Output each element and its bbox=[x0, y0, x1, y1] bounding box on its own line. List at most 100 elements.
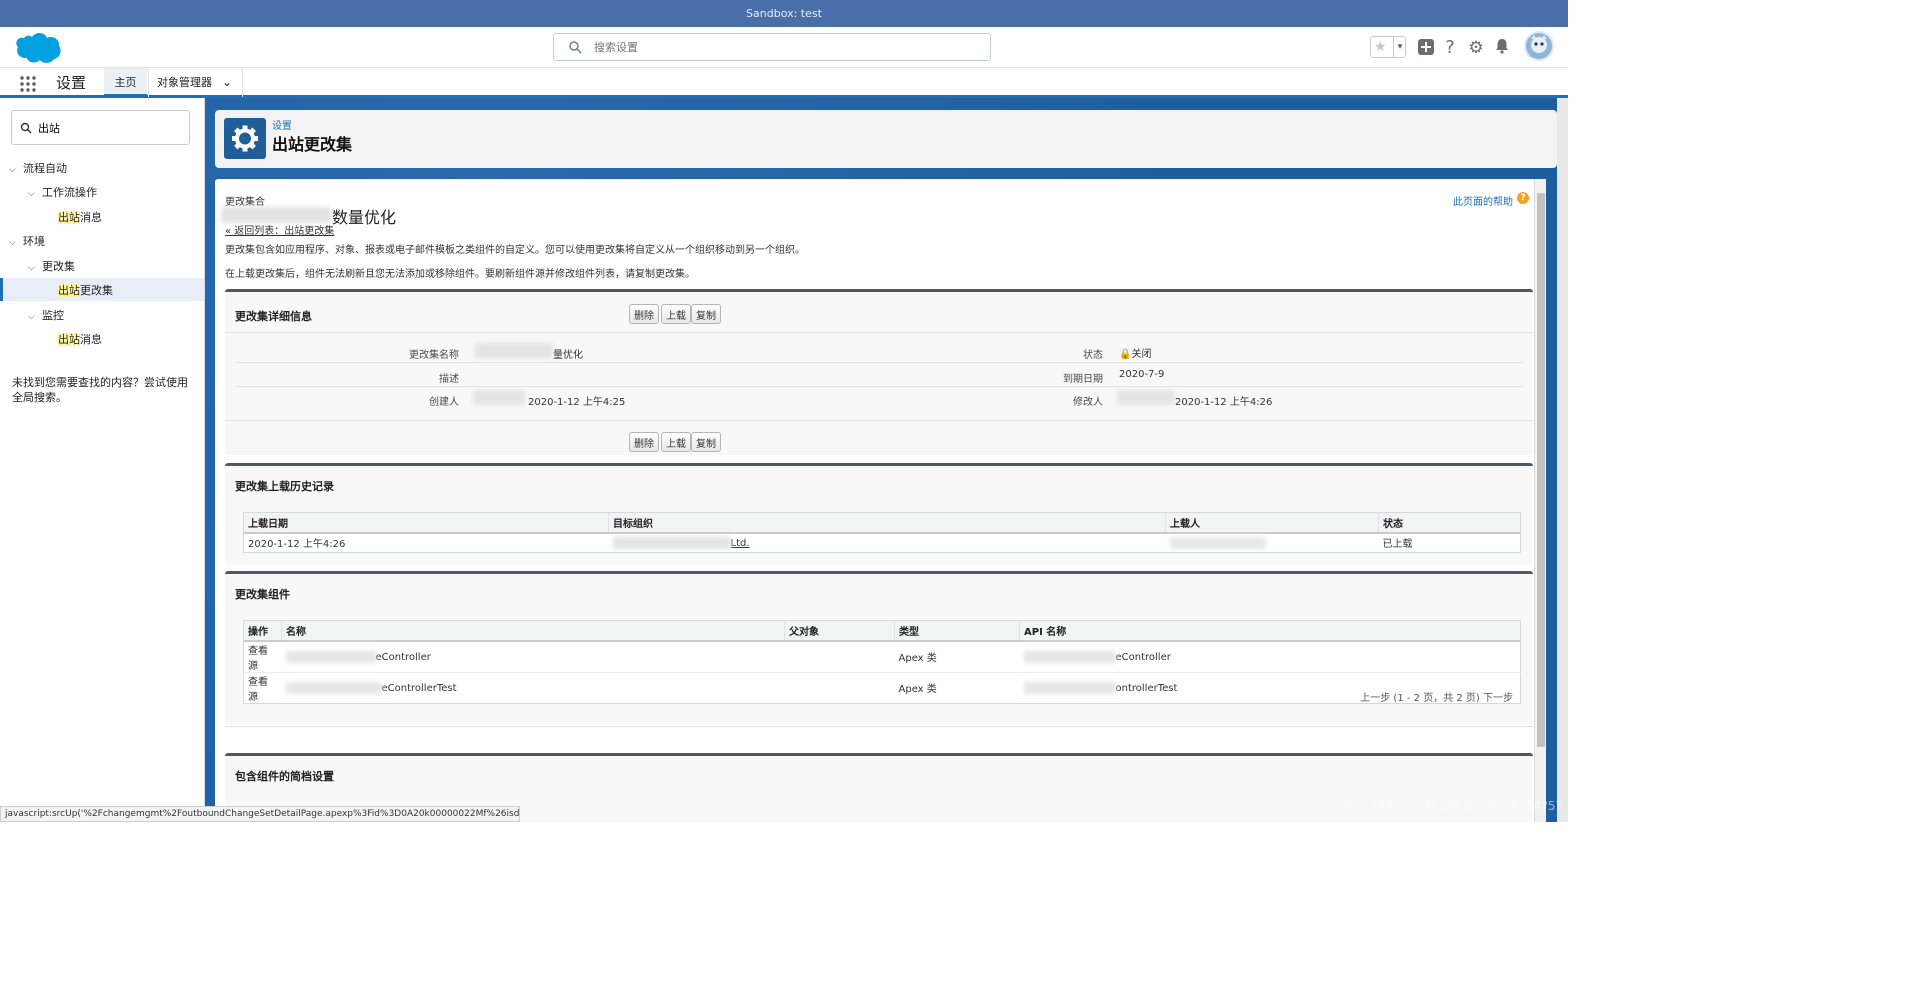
page-scrollbar[interactable] bbox=[1557, 98, 1568, 822]
table-row: 2020-1-12 上午4:26 Ltd. 已上载 bbox=[243, 532, 1521, 553]
quick-find-input[interactable] bbox=[38, 120, 178, 136]
created-by-value: 2020-1-12 上午4:25 bbox=[528, 397, 626, 408]
search-input[interactable] bbox=[594, 38, 974, 56]
search-icon bbox=[569, 41, 582, 54]
column-header: 目标组织 bbox=[608, 512, 1166, 534]
section-title: 更改集详细信息 bbox=[235, 310, 312, 323]
tab-object-manager[interactable]: 对象管理器 ⌄ bbox=[148, 68, 243, 97]
status-cell: 已上载 bbox=[1378, 532, 1521, 553]
chevron-down-icon[interactable]: ⌵ bbox=[28, 263, 42, 273]
table-header-row: 操作 名称 父对象 类型 API 名称 bbox=[243, 620, 1521, 642]
section-title: 包含组件的简档设置 bbox=[235, 770, 334, 783]
upload-date-cell: 2020-1-12 上午4:26 bbox=[243, 532, 609, 553]
page-header bbox=[215, 110, 1557, 168]
clone-button-bottom[interactable]: 复制 bbox=[691, 432, 721, 452]
change-set-detail-block: 更改集详细信息 删除 上载 复制 更改集名称 量优化 状态 🔒关闭 描述 到期日… bbox=[225, 289, 1533, 455]
components-table: 操作 名称 父对象 类型 API 名称 查看源 eController Apex… bbox=[243, 620, 1521, 704]
type-cell: Apex 类 bbox=[894, 640, 1020, 672]
redacted-title bbox=[221, 207, 331, 223]
app-launcher-icon[interactable] bbox=[19, 75, 37, 93]
gear-icon[interactable]: ⚙ bbox=[1466, 38, 1486, 58]
column-header: API 名称 bbox=[1019, 620, 1521, 642]
app-name: 设置 bbox=[56, 74, 87, 92]
clone-button[interactable]: 复制 bbox=[691, 304, 721, 324]
target-org-cell[interactable]: Ltd. bbox=[608, 532, 1166, 553]
tree-item-monitoring[interactable]: ⌵ 监控 bbox=[28, 307, 64, 323]
api-name-cell: eController bbox=[1019, 640, 1521, 672]
watermark: https://blog.csdn.net/weixin_4224?5? bbox=[1338, 799, 1562, 813]
upload-history-table: 上载日期 目标组织 上载人 状态 2020-1-12 上午4:26 Ltd. 已… bbox=[243, 512, 1521, 553]
app-navigation: 设置 主页 对象管理器 ⌄ bbox=[0, 68, 1568, 98]
tree-item-monitoring-outbound-messages[interactable]: 出站消息 bbox=[58, 331, 102, 347]
status-value: 🔒关闭 bbox=[1119, 349, 1152, 360]
column-header: 名称 bbox=[281, 620, 785, 642]
chevron-down-icon[interactable]: ⌵ bbox=[9, 238, 23, 248]
tree-item-outbound-messages[interactable]: 出站消息 bbox=[58, 209, 102, 225]
delete-button[interactable]: 删除 bbox=[629, 304, 659, 324]
redacted-name bbox=[475, 343, 553, 358]
salesforce-cloud-logo[interactable] bbox=[12, 31, 62, 65]
bell-icon[interactable] bbox=[1492, 38, 1512, 58]
tree-item-process-automation[interactable]: ⌵ 流程自动 bbox=[9, 160, 67, 176]
plus-icon[interactable] bbox=[1416, 38, 1436, 58]
redacted-api-name bbox=[1023, 650, 1116, 663]
redacted-uploader bbox=[1169, 536, 1266, 549]
back-to-list-link[interactable]: « 返回列表：出站更改集 bbox=[225, 222, 334, 237]
chevron-down-icon[interactable]: ▾ bbox=[1393, 37, 1406, 57]
column-header: 父对象 bbox=[784, 620, 895, 642]
name-value: 量优化 bbox=[553, 350, 583, 361]
tree-item-change-sets[interactable]: ⌵ 更改集 bbox=[28, 258, 75, 274]
table-row: 查看源 eController Apex 类 eController bbox=[243, 640, 1521, 672]
upload-history-block: 更改集上载历史记录 上载日期 目标组织 上载人 状态 2020-1-12 上午4… bbox=[225, 463, 1533, 565]
section-title: 更改集上载历史记录 bbox=[235, 480, 334, 493]
delete-button-bottom[interactable]: 删除 bbox=[629, 432, 659, 452]
setup-sidebar: ⌵流程自动 ⌵工作流操作 出站消息 ⌵环境 ⌵更改集 出站更改集 ⌵监控 出站消… bbox=[0, 98, 205, 822]
pagination[interactable]: 上一步 (1 - 2 页，共 2 页) 下一步 bbox=[1360, 689, 1513, 704]
search-icon bbox=[20, 122, 32, 134]
breadcrumb[interactable]: 设置 bbox=[272, 117, 292, 132]
upload-button-bottom[interactable]: 上载 bbox=[661, 432, 691, 452]
type-cell: Apex 类 bbox=[894, 671, 1020, 703]
chevron-down-icon[interactable]: ⌄ bbox=[222, 68, 232, 97]
tree-item-workflow-actions[interactable]: ⌵ 工作流操作 bbox=[28, 184, 97, 200]
description-1: 更改集包含如应用程序、对象、报表或电子邮件模板之类组件的自定义。您可以使用更改集… bbox=[225, 245, 805, 256]
content-scrollbar[interactable] bbox=[1534, 179, 1546, 822]
help-icon[interactable]: ? bbox=[1517, 192, 1529, 204]
table-header-row: 上载日期 目标组织 上载人 状态 bbox=[243, 512, 1521, 534]
upload-button[interactable]: 上载 bbox=[661, 304, 691, 324]
redacted-modifier bbox=[1117, 390, 1175, 405]
redacted-name bbox=[285, 681, 382, 694]
help-icon[interactable]: ? bbox=[1440, 38, 1460, 58]
sandbox-label: Sandbox: test bbox=[746, 7, 822, 20]
view-source-link[interactable]: 查看源 bbox=[243, 640, 282, 672]
quick-find[interactable] bbox=[11, 110, 190, 145]
tree-item-outbound-change-sets[interactable]: 出站更改集 bbox=[58, 282, 113, 298]
favorites-button[interactable]: ★ ▾ bbox=[1370, 36, 1406, 58]
global-search[interactable] bbox=[553, 33, 991, 61]
expire-label: 到期日期 bbox=[1063, 374, 1103, 385]
avatar[interactable] bbox=[1524, 31, 1554, 61]
column-header: 类型 bbox=[894, 620, 1020, 642]
table-row: 查看源 eControllerTest Apex 类 ontrollerTest bbox=[243, 671, 1521, 703]
tree-item-environment[interactable]: ⌵ 环境 bbox=[9, 233, 45, 249]
column-header: 操作 bbox=[243, 620, 282, 642]
help-link[interactable]: 此页面的帮助 bbox=[1453, 193, 1513, 208]
scrollbar-thumb[interactable] bbox=[1537, 193, 1545, 747]
parent-object-cell bbox=[784, 640, 895, 672]
tab-home[interactable]: 主页 bbox=[104, 68, 147, 97]
component-name-cell: eControllerTest bbox=[281, 671, 785, 703]
redacted-org bbox=[612, 536, 731, 549]
main-content: 更改集合 数量优化 « 返回列表：出站更改集 更改集包含如应用程序、对象、报表或… bbox=[215, 179, 1545, 822]
modified-by-value: 2020-1-12 上午4:26 bbox=[1175, 397, 1273, 408]
description-2: 在上载更改集后，组件无法刷新且您无法添加或移除组件。要刷新组件源并修改组件列表，… bbox=[225, 269, 695, 280]
tab-object-manager-label: 对象管理器 bbox=[157, 76, 212, 89]
view-source-link[interactable]: 查看源 bbox=[243, 671, 282, 703]
chevron-down-icon[interactable]: ⌵ bbox=[9, 165, 23, 175]
chevron-down-icon[interactable]: ⌵ bbox=[28, 312, 42, 322]
column-header: 上载人 bbox=[1165, 512, 1379, 534]
chevron-down-icon[interactable]: ⌵ bbox=[28, 189, 42, 199]
uploaded-by-cell bbox=[1165, 532, 1379, 553]
column-header: 上载日期 bbox=[243, 512, 609, 534]
record-title: 数量优化 bbox=[332, 208, 397, 227]
browser-status-bar: javascript:srcUp('%2Fchangemgmt%2Foutbou… bbox=[0, 806, 520, 822]
